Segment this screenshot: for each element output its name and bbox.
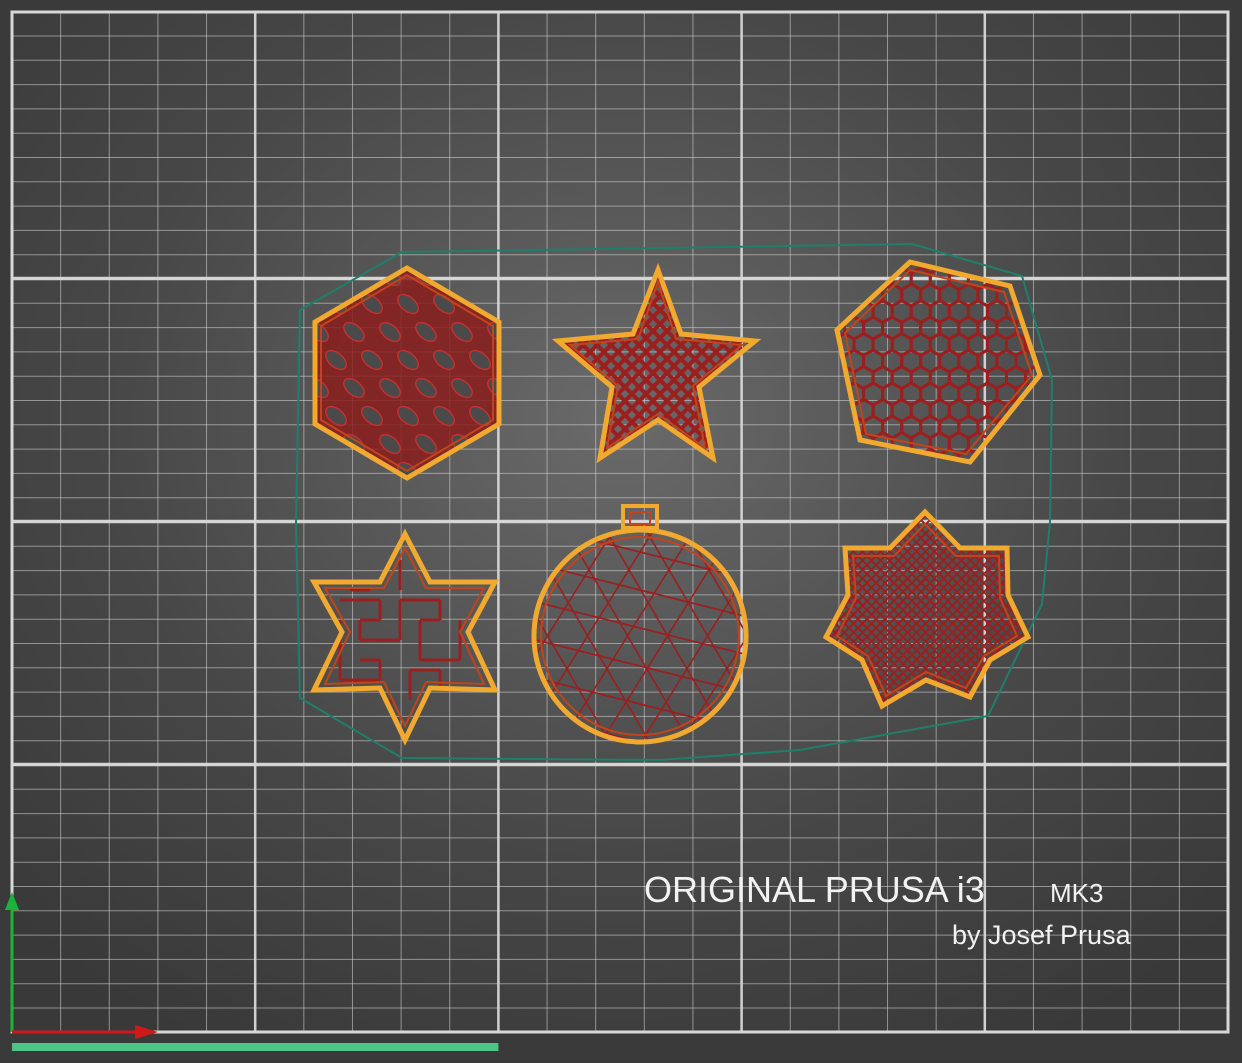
3d-preview-viewport[interactable]: ORIGINAL PRUSA i3 MK3 by Josef Prusa [0, 0, 1242, 1063]
bed-logo-subtitle: by Josef Prusa [952, 920, 1132, 950]
print-bed-scene[interactable]: ORIGINAL PRUSA i3 MK3 by Josef Prusa [0, 0, 1242, 1063]
bed-logo-model: MK3 [1050, 878, 1103, 908]
layer-slider-fill[interactable] [12, 1043, 499, 1051]
bed-logo-title: ORIGINAL PRUSA i3 [644, 869, 985, 910]
